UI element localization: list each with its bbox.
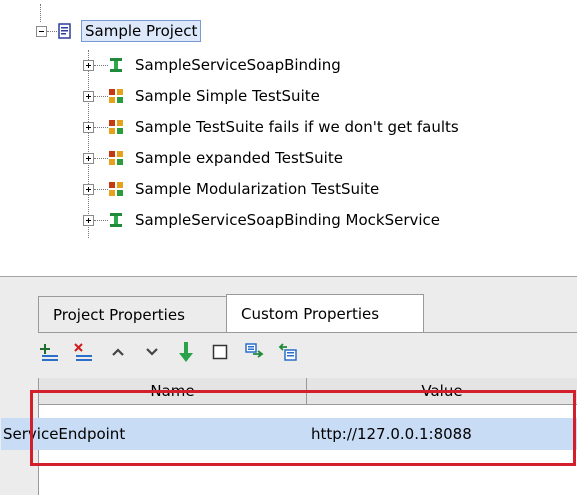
- tree-row-item[interactable]: Sample TestSuite fails if we don't get f…: [83, 114, 462, 140]
- project-tree: Sample Project SampleServiceSoapBinding …: [0, 0, 577, 276]
- tab-label: Custom Properties: [241, 304, 380, 323]
- expand-icon[interactable]: [83, 121, 94, 133]
- tree-label[interactable]: SampleServiceSoapBinding MockService: [132, 210, 443, 230]
- testsuite-icon: [108, 119, 124, 135]
- tree-row-item[interactable]: Sample Simple TestSuite: [83, 83, 323, 109]
- import-properties-icon[interactable]: [278, 342, 298, 362]
- expand-icon[interactable]: [83, 152, 94, 164]
- tree-row-item[interactable]: SampleServiceSoapBinding MockService: [83, 207, 443, 233]
- tree-label[interactable]: Sample Modularization TestSuite: [132, 179, 382, 199]
- mockservice-icon: [108, 212, 124, 228]
- tree-label[interactable]: Sample TestSuite fails if we don't get f…: [132, 117, 462, 137]
- export-properties-icon[interactable]: [244, 342, 264, 362]
- tab-project-properties[interactable]: Project Properties: [38, 296, 227, 332]
- tree-row-item[interactable]: SampleServiceSoapBinding: [83, 52, 344, 78]
- tab-divider: [38, 332, 577, 333]
- expand-icon[interactable]: [83, 214, 94, 226]
- remove-property-icon[interactable]: [74, 342, 94, 362]
- tree-row-item[interactable]: Sample Modularization TestSuite: [83, 176, 382, 202]
- add-property-icon[interactable]: [40, 342, 60, 362]
- testsuite-icon: [108, 150, 124, 166]
- interface-icon: [108, 57, 124, 73]
- tree-label[interactable]: SampleServiceSoapBinding: [132, 55, 344, 75]
- move-up-icon[interactable]: [108, 342, 128, 362]
- testsuite-icon: [108, 181, 124, 197]
- highlight-box: [30, 390, 576, 466]
- tab-label: Project Properties: [53, 305, 185, 324]
- testsuite-icon: [108, 88, 124, 104]
- load-properties-icon[interactable]: [176, 342, 196, 362]
- tab-custom-properties[interactable]: Custom Properties: [226, 294, 424, 332]
- tree-label[interactable]: Sample Simple TestSuite: [132, 86, 323, 106]
- project-icon: [57, 23, 73, 39]
- expand-icon[interactable]: [83, 90, 94, 102]
- collapse-icon[interactable]: [36, 25, 47, 37]
- expand-icon[interactable]: [83, 59, 94, 71]
- tree-row-project[interactable]: Sample Project: [36, 18, 202, 44]
- properties-toolbar: [40, 334, 298, 370]
- tree-label-project[interactable]: Sample Project: [81, 20, 202, 42]
- expand-icon[interactable]: [83, 183, 94, 195]
- tree-row-item[interactable]: Sample expanded TestSuite: [83, 145, 346, 171]
- move-down-icon[interactable]: [142, 342, 162, 362]
- tree-label[interactable]: Sample expanded TestSuite: [132, 148, 346, 168]
- checkbox-icon[interactable]: [210, 342, 230, 362]
